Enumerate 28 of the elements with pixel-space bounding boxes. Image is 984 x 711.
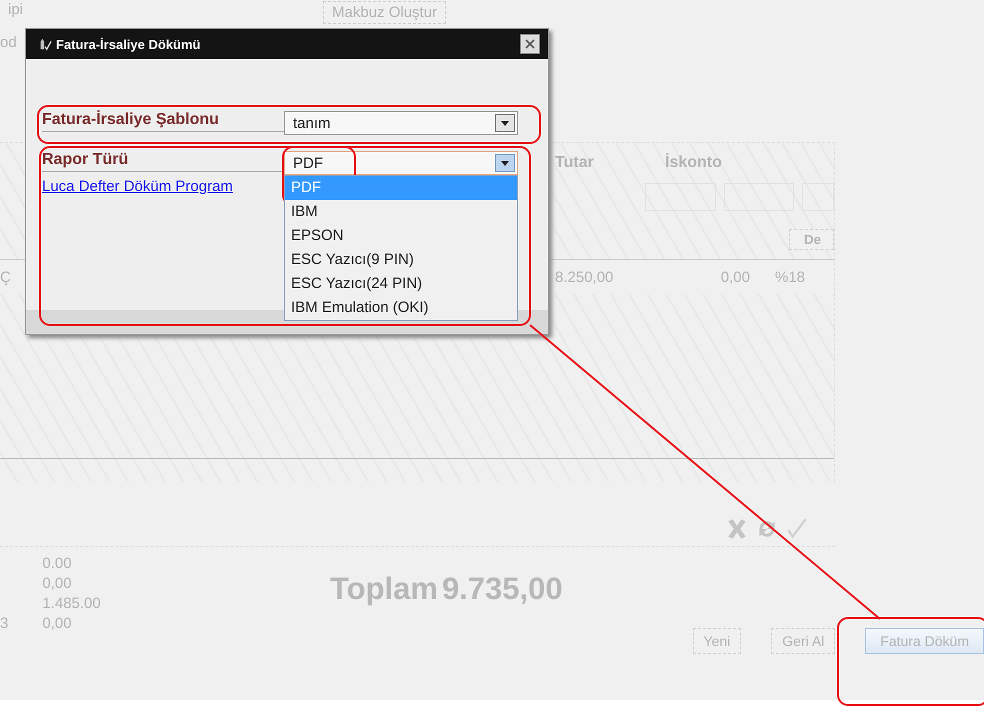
total-label: Toplam: [330, 571, 438, 608]
table-cell-text: %18: [774, 268, 806, 286]
table-cell: Ç: [0, 268, 11, 286]
dropdown-option[interactable]: EPSON: [285, 224, 517, 248]
table-cell-text: 8.250,00: [555, 268, 614, 286]
column-header: Tutar: [555, 154, 595, 172]
field-label: Rapor Türü: [42, 151, 284, 172]
field-label: ipi: [8, 1, 24, 18]
program-link[interactable]: Luca Defter Döküm Program: [42, 178, 284, 195]
total-value: 0,00: [42, 615, 73, 632]
dropdown-field[interactable]: PDF: [284, 151, 518, 175]
dialog-title: Fatura-İrsaliye Dökümü: [56, 36, 202, 52]
total-row-label: 3: [0, 614, 8, 634]
table-cell-text: 0,00: [720, 268, 750, 286]
total-value: 0,00: [42, 575, 73, 592]
field-label: Fatura-İrsaliye Şablonu: [42, 111, 284, 132]
total-value: 1.485.00: [42, 595, 101, 612]
column-header: İskonto: [665, 154, 723, 172]
dropdown-option[interactable]: IBM Emulation (OKI): [285, 296, 517, 320]
total-amount: 9.735,00: [442, 571, 563, 608]
dropdown-option[interactable]: ESC Yazıcı(9 PIN): [285, 248, 517, 272]
close-button[interactable]: [520, 34, 540, 54]
dropdown-field[interactable]: tanım: [284, 111, 518, 135]
field-label: od: [0, 34, 17, 51]
total-value: 0.00: [42, 555, 73, 572]
dropdown-option[interactable]: ESC Yazıcı(24 PIN): [285, 272, 517, 296]
close-icon: [525, 39, 535, 49]
dropdown-option[interactable]: IBM: [285, 200, 517, 224]
